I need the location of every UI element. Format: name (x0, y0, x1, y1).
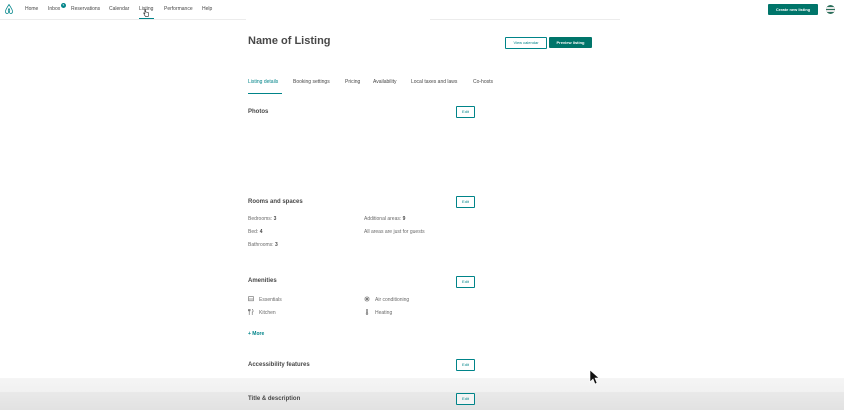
bottom-fade-shadow (0, 392, 844, 410)
inbox-badge: 5 (61, 3, 66, 8)
nav-home[interactable]: Home (25, 6, 38, 12)
amenities-edit-button[interactable]: Edit (456, 276, 475, 288)
beds-info: Bed: 4 (248, 229, 263, 235)
view-calendar-button[interactable]: View calendar (505, 37, 547, 49)
nav-inbox[interactable]: Inbox (48, 6, 60, 12)
avatar[interactable] (826, 5, 835, 14)
mouse-cursor-icon (589, 369, 599, 385)
tab-booking-settings[interactable]: Booking settings (293, 79, 330, 85)
tab-listing-details[interactable]: Listing details (248, 79, 278, 85)
amenities-section-title: Amenities (248, 278, 277, 284)
tab-pricing[interactable]: Pricing (345, 79, 360, 85)
preview-listing-button[interactable]: Preview listing (549, 37, 592, 48)
airbnb-logo-icon[interactable] (4, 3, 14, 15)
title-description-edit-button[interactable]: Edit (456, 393, 475, 405)
bathrooms-info: Bathrooms: 3 (248, 242, 278, 248)
photos-section-title: Photos (248, 109, 269, 115)
hand-pointer-icon (143, 9, 149, 17)
nav-calendar[interactable]: Calendar (109, 6, 129, 12)
rooms-section-title: Rooms and spaces (248, 199, 303, 205)
amenity-kitchen: Kitchen (259, 310, 276, 316)
tab-local-taxes-and-laws[interactable]: Local taxes and laws (411, 79, 457, 85)
amenity-heating: Heating (375, 310, 393, 316)
nav-help[interactable]: Help (202, 6, 212, 12)
divider (430, 19, 620, 20)
additional-areas-info: Additional areas: 9 (364, 216, 406, 222)
accessibility-section-title: Accessibility features (248, 362, 310, 368)
top-navigation: Home Inbox 5 Reservations Calendar Listi… (0, 0, 844, 20)
photos-edit-button[interactable]: Edit (456, 106, 475, 118)
more-amenities-link[interactable]: + More (248, 331, 264, 337)
snowflake-icon (364, 296, 370, 302)
title-description-section-title: Title & description (248, 396, 301, 402)
rooms-edit-button[interactable]: Edit (456, 196, 475, 208)
guest-areas-info: All areas are just for guests (364, 229, 425, 235)
nav-reservations[interactable]: Reservations (71, 6, 100, 12)
thermometer-icon (365, 309, 369, 315)
amenity-essentials: Essentials (259, 297, 282, 303)
divider (0, 19, 246, 20)
accessibility-edit-button[interactable]: Edit (456, 359, 475, 371)
amenity-air-conditioning: Air conditioning (375, 297, 410, 303)
tab-co-hosts[interactable]: Co-hosts (473, 79, 493, 85)
nav-performance[interactable]: Performance (164, 6, 193, 12)
tab-availability[interactable]: Availability (373, 79, 397, 85)
active-tab-indicator (248, 93, 282, 94)
utensils-icon (248, 309, 254, 315)
page-title: Name of Listing (248, 35, 331, 47)
create-new-listing-button[interactable]: Create new listing (768, 4, 818, 15)
essentials-icon (248, 296, 254, 302)
bedrooms-info: Bedrooms: 3 (248, 216, 277, 222)
